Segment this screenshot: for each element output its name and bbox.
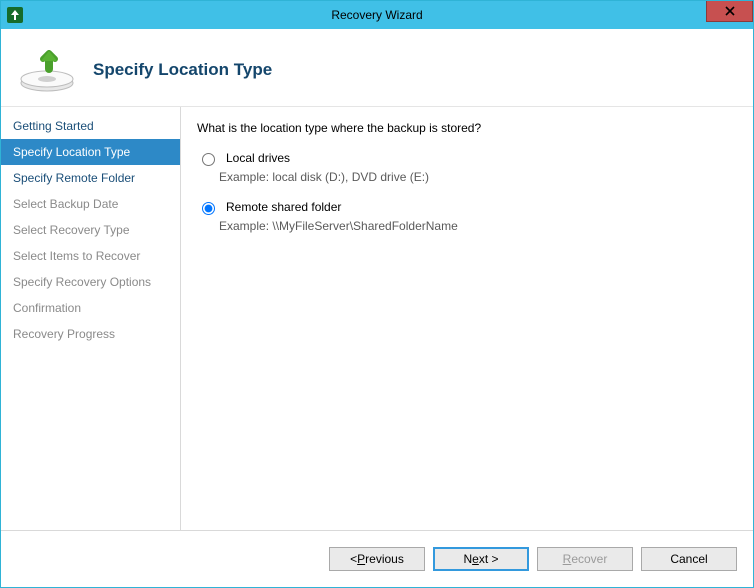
recovery-wizard-window: Recovery Wizard Specify Location Type — [0, 0, 754, 588]
step-specify-location-type[interactable]: Specify Location Type — [1, 139, 180, 165]
option-local-drives-example: Example: local disk (D:), DVD drive (E:) — [219, 170, 737, 184]
wizard-steps-nav: Getting Started Specify Location Type Sp… — [1, 107, 181, 530]
step-select-items-to-recover: Select Items to Recover — [1, 243, 180, 269]
radio-local-drives[interactable] — [202, 153, 215, 166]
option-remote-shared-folder-label: Remote shared folder — [226, 200, 341, 214]
previous-button[interactable]: < Previous — [329, 547, 425, 571]
step-specify-remote-folder[interactable]: Specify Remote Folder — [1, 165, 180, 191]
wizard-footer: < Previous Next > Recover Cancel — [1, 530, 753, 587]
step-select-backup-date: Select Backup Date — [1, 191, 180, 217]
radio-remote-shared-folder[interactable] — [202, 202, 215, 215]
step-getting-started[interactable]: Getting Started — [1, 113, 180, 139]
step-recovery-progress: Recovery Progress — [1, 321, 180, 347]
next-button[interactable]: Next > — [433, 547, 529, 571]
option-remote-shared-folder-example: Example: \\MyFileServer\SharedFolderName — [219, 219, 737, 233]
cancel-button[interactable]: Cancel — [641, 547, 737, 571]
step-confirmation: Confirmation — [1, 295, 180, 321]
step-specify-recovery-options: Specify Recovery Options — [1, 269, 180, 295]
option-local-drives[interactable]: Local drives — [197, 151, 737, 166]
location-type-question: What is the location type where the back… — [197, 121, 737, 135]
window-title: Recovery Wizard — [1, 8, 753, 22]
close-icon — [725, 6, 735, 16]
wizard-content: What is the location type where the back… — [181, 107, 753, 530]
option-remote-shared-folder[interactable]: Remote shared folder — [197, 200, 737, 215]
recover-button: Recover — [537, 547, 633, 571]
wizard-header: Specify Location Type — [1, 29, 753, 106]
step-select-recovery-type: Select Recovery Type — [1, 217, 180, 243]
option-local-drives-label: Local drives — [226, 151, 290, 165]
page-title: Specify Location Type — [93, 60, 272, 80]
wizard-body: Getting Started Specify Location Type Sp… — [1, 106, 753, 530]
close-button[interactable] — [706, 1, 753, 22]
wizard-header-icon — [19, 47, 75, 93]
titlebar: Recovery Wizard — [1, 1, 753, 29]
